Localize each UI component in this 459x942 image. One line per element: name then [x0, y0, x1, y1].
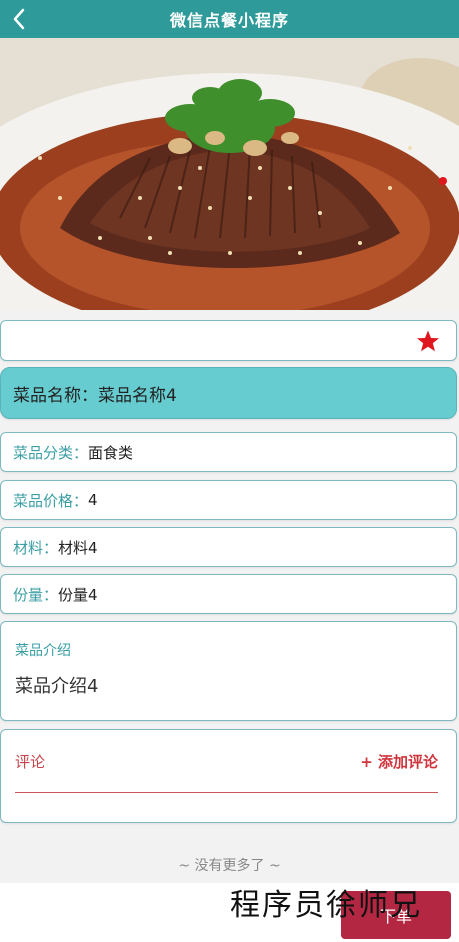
portion-value: 份量4: [58, 585, 98, 604]
portion-label: 份量：: [13, 585, 59, 604]
chevron-left-icon: [13, 8, 25, 30]
comment-section: 评论 + 添加评论: [0, 729, 457, 823]
price-row: 菜品价格： 4: [0, 480, 457, 520]
top-nav-bar: 微信点餐小程序: [0, 0, 459, 38]
category-value: 面食类: [88, 443, 134, 462]
comment-label: 评论: [15, 752, 46, 771]
dish-name-label: 菜品名称：: [13, 385, 98, 406]
add-comment-button[interactable]: + 添加评论: [360, 751, 438, 772]
intro-text: 菜品介绍4: [15, 676, 99, 697]
price-value: 4: [88, 491, 98, 509]
dish-image: [0, 38, 459, 310]
dish-intro-section: 菜品介绍 菜品介绍4: [0, 621, 457, 721]
price-label: 菜品价格：: [13, 491, 89, 510]
back-button[interactable]: [6, 5, 32, 33]
intro-label: 菜品介绍: [15, 643, 71, 659]
category-label: 菜品分类：: [13, 443, 89, 462]
page-title: 微信点餐小程序: [169, 11, 289, 30]
dish-name-value: 菜品名称4: [98, 385, 177, 406]
dish-name-bar: 菜品名称： 菜品名称4: [0, 367, 457, 419]
portion-row: 份量： 份量4: [0, 574, 457, 614]
material-value: 材料4: [58, 538, 98, 557]
material-label: 材料：: [13, 538, 59, 557]
watermark-text: 程序员徐师兄: [230, 888, 422, 923]
favorite-star-icon[interactable]: [416, 329, 440, 357]
material-row: 材料： 材料4: [0, 527, 457, 567]
no-more-text: ~ 没有更多了 ~: [178, 858, 281, 874]
category-row: 菜品分类： 面食类: [0, 432, 457, 472]
favorite-row: [0, 320, 457, 361]
